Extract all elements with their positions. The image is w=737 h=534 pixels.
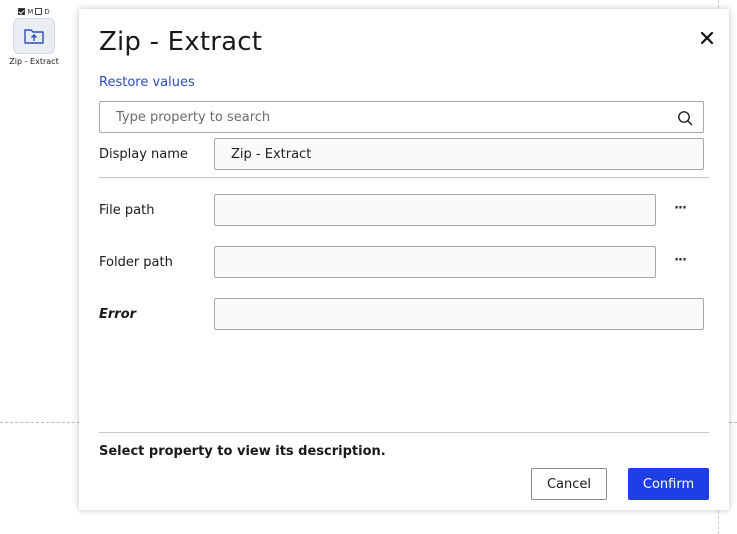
cancel-button[interactable]: Cancel xyxy=(531,468,607,500)
folder-path-label: Folder path xyxy=(99,255,173,270)
folder-upload-icon xyxy=(24,29,44,44)
confirm-button[interactable]: Confirm xyxy=(628,468,709,500)
activity-label: Zip - Extract xyxy=(9,57,59,66)
file-path-browse-button[interactable]: ··· xyxy=(670,202,690,222)
property-search xyxy=(99,101,704,133)
property-description: Select property to view its description. xyxy=(99,444,386,459)
display-name-field[interactable] xyxy=(214,138,704,170)
folder-path-browse-button[interactable]: ··· xyxy=(670,254,690,274)
close-icon xyxy=(700,31,714,45)
description-divider xyxy=(99,432,709,433)
flag-d-label: D xyxy=(44,7,50,16)
section-divider xyxy=(99,177,709,178)
canvas-dashed-line xyxy=(0,422,80,423)
restore-values-link[interactable]: Restore values xyxy=(99,75,195,90)
properties-dialog: Zip - Extract Restore values Display nam… xyxy=(79,9,729,510)
activity-flags: M D xyxy=(6,6,62,17)
flag-d-checkbox[interactable] xyxy=(35,8,43,15)
display-name-label: Display name xyxy=(99,147,188,162)
folder-path-field[interactable] xyxy=(214,246,656,278)
error-label: Error xyxy=(99,307,137,322)
activity-node[interactable]: M D Zip - Extract xyxy=(6,6,62,67)
search-icon[interactable] xyxy=(677,110,693,126)
activity-icon-box[interactable] xyxy=(13,18,55,54)
dialog-title: Zip - Extract xyxy=(99,27,263,57)
search-input[interactable] xyxy=(100,102,670,132)
file-path-label: File path xyxy=(99,203,155,218)
canvas-dashed-line-right xyxy=(729,422,737,423)
error-field[interactable] xyxy=(214,298,704,330)
flag-m-checkbox[interactable] xyxy=(18,8,26,15)
file-path-field[interactable] xyxy=(214,194,656,226)
flag-m-label: M xyxy=(27,7,34,16)
close-button[interactable] xyxy=(698,29,716,47)
